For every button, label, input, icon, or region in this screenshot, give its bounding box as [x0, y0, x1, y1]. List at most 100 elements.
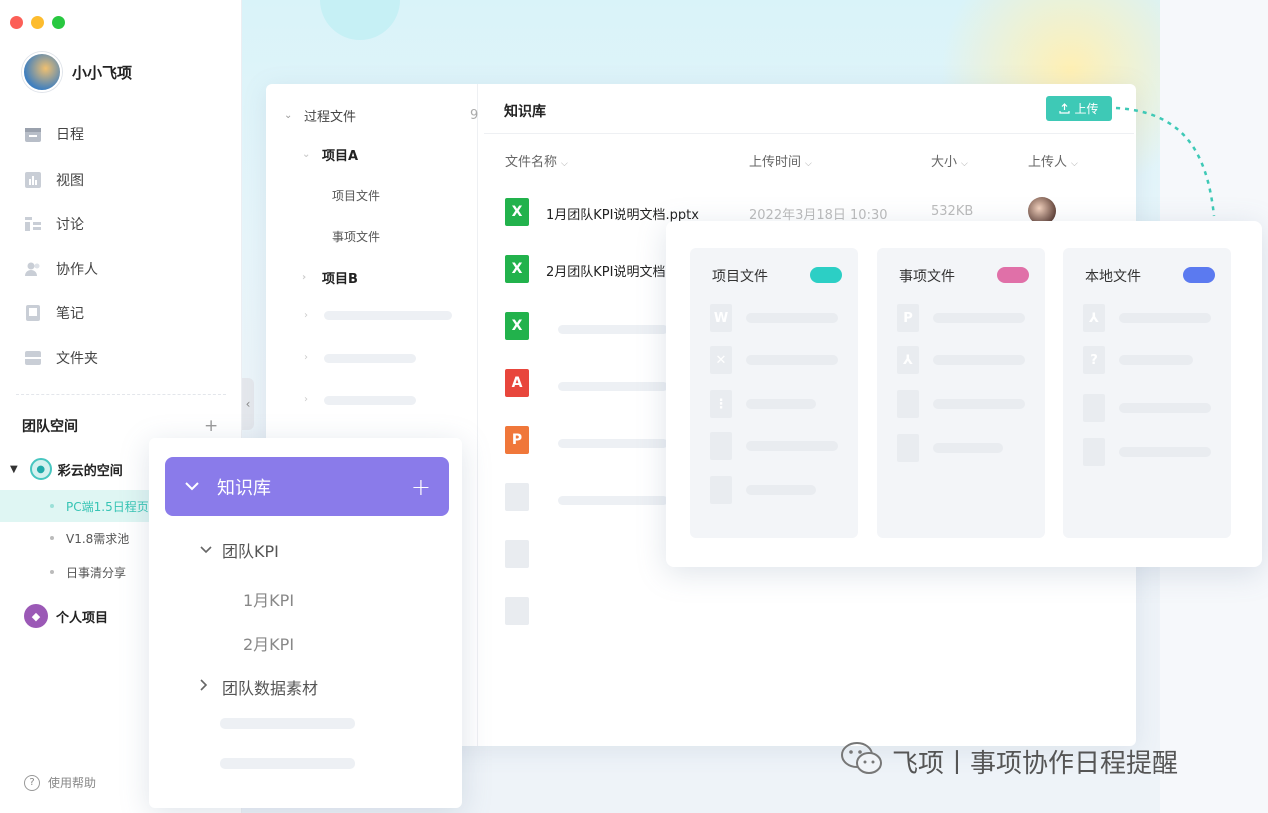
caret-down-icon: ▼: [10, 463, 18, 475]
page-title: 知识库: [504, 104, 546, 120]
source-column-project[interactable]: 项目文件 W ✕ ⋮: [690, 248, 858, 538]
kb-item[interactable]: 1月KPI: [243, 587, 294, 611]
wechat-icon: [840, 740, 884, 782]
chevron-down-icon: ⌵: [1071, 159, 1078, 169]
column-header-uploader[interactable]: 上传人 ⌵: [1028, 151, 1078, 170]
list-item: W: [710, 304, 838, 332]
chevron-down-icon: ⌵: [961, 159, 968, 169]
list-item: ?: [1083, 346, 1193, 374]
source-column-task[interactable]: 事项文件 P ⅄: [877, 248, 1045, 538]
nav-item-schedule[interactable]: 日程: [24, 124, 84, 144]
user-profile[interactable]: 小小飞项: [22, 52, 132, 92]
source-column-title: 项目文件: [712, 269, 768, 285]
chevron-right-icon: ›: [302, 272, 307, 283]
watermark: 飞项丨事项协作日程提醒: [840, 740, 1178, 782]
column-label: 文件名称: [505, 155, 558, 170]
kb-group[interactable]: 团队数据素材: [200, 675, 318, 699]
knowledge-base-title: 知识库: [217, 477, 271, 499]
source-column-local[interactable]: 本地文件 ⅄ ?: [1063, 248, 1231, 538]
space-icon: ●: [29, 458, 52, 480]
tree-project-b[interactable]: › 项目B: [302, 268, 358, 287]
bullet-icon: [50, 570, 54, 574]
source-color-pill: [997, 267, 1029, 283]
list-item: ⅄: [1083, 304, 1211, 332]
tree-project-a[interactable]: ⌄ 项目A: [302, 145, 358, 164]
pdf-file-icon: ⅄: [1083, 304, 1105, 332]
excel-file-icon: X: [505, 312, 529, 340]
folder-icon: [24, 349, 42, 367]
kb-group-label: 团队KPI: [222, 542, 279, 561]
nav-item-discussion[interactable]: 讨论: [24, 214, 84, 234]
nav-label: 日程: [56, 127, 84, 143]
placeholder-line: [220, 718, 355, 729]
add-button[interactable]: +: [411, 473, 431, 501]
tree-node-label: 项目B: [322, 272, 358, 287]
knowledge-base-header[interactable]: 知识库 +: [165, 457, 449, 516]
add-team-button[interactable]: +: [204, 416, 218, 436]
column-header-name[interactable]: 文件名称 ⌵: [505, 151, 568, 170]
personal-projects[interactable]: ◆ 个人项目: [24, 604, 108, 628]
placeholder-line: [558, 382, 668, 391]
chevron-down-icon: [200, 543, 214, 558]
tree-child[interactable]: 事项文件: [332, 228, 380, 245]
chevron-right-icon: [200, 679, 214, 695]
nav-item-notes[interactable]: 笔记: [24, 303, 84, 323]
excel-file-icon: ✕: [710, 346, 732, 374]
list-item: [897, 434, 1003, 462]
placeholder-line: [558, 325, 668, 334]
kb-item-label: 2月KPI: [243, 635, 295, 654]
placeholder-line: [324, 396, 416, 405]
column-label: 上传时间: [749, 155, 802, 170]
nav-item-collaborators[interactable]: 协作人: [24, 259, 98, 279]
placeholder-line: [220, 758, 355, 769]
list-item: [710, 432, 838, 460]
nav-label: 笔记: [56, 306, 84, 322]
tree-root[interactable]: ⌄ 过程文件 9: [284, 106, 478, 125]
connector-dashed-line: [1115, 106, 1216, 217]
file-icon: [505, 483, 529, 511]
excel-file-icon: X: [505, 198, 529, 226]
nav-item-view[interactable]: 视图: [24, 170, 84, 190]
help-icon: ?: [24, 774, 40, 791]
collapse-sidebar-button[interactable]: ‹: [242, 378, 254, 430]
chevron-down-icon: ⌄: [284, 110, 293, 121]
kb-group[interactable]: 团队KPI: [200, 538, 279, 562]
team-space-item[interactable]: ▼ ● 彩云的空间: [10, 458, 123, 480]
tree-node-label: 项目文件: [332, 189, 381, 203]
tree-node-label: 项目A: [322, 149, 359, 164]
column-header-date[interactable]: 上传时间 ⌵: [749, 151, 812, 170]
list-item: [710, 476, 816, 504]
upload-icon: [1059, 103, 1071, 114]
list-item: [1083, 394, 1211, 422]
kb-item[interactable]: 2月KPI: [243, 631, 294, 655]
file-name[interactable]: 2月团队KPI说明文档: [546, 261, 665, 280]
word-file-icon: W: [710, 304, 732, 332]
file-icon: [505, 597, 529, 625]
file-icon: [710, 432, 732, 460]
chevron-down-icon: ⌄: [302, 149, 311, 160]
personal-label: 个人项目: [56, 610, 109, 626]
tree-root-count: 9: [470, 108, 479, 123]
file-size: 532KB: [931, 204, 974, 219]
nav-label: 协作人: [56, 262, 98, 278]
tree-child[interactable]: 项目文件: [332, 187, 380, 204]
source-column-title: 本地文件: [1085, 269, 1141, 285]
list-item: ⋮: [710, 390, 816, 418]
nav-item-folder[interactable]: 文件夹: [24, 348, 98, 368]
help-link[interactable]: ? 使用帮助: [24, 774, 96, 791]
upload-button[interactable]: 上传: [1046, 96, 1112, 121]
column-header-size[interactable]: 大小 ⌵: [931, 151, 968, 170]
bullet-icon: [50, 504, 54, 508]
note-icon: [24, 304, 42, 322]
file-icon: [897, 434, 919, 462]
calendar-icon: [24, 125, 42, 143]
source-color-pill: [810, 267, 842, 283]
window-minimize-button[interactable]: [31, 16, 44, 29]
personal-icon: ◆: [24, 604, 48, 628]
tree-root-label: 过程文件: [304, 110, 357, 125]
window-close-button[interactable]: [10, 16, 23, 29]
kb-item-label: 1月KPI: [243, 591, 295, 610]
window-maximize-button[interactable]: [52, 16, 65, 29]
pdf-file-icon: ⅄: [897, 346, 919, 374]
ppt-file-icon: P: [897, 304, 919, 332]
